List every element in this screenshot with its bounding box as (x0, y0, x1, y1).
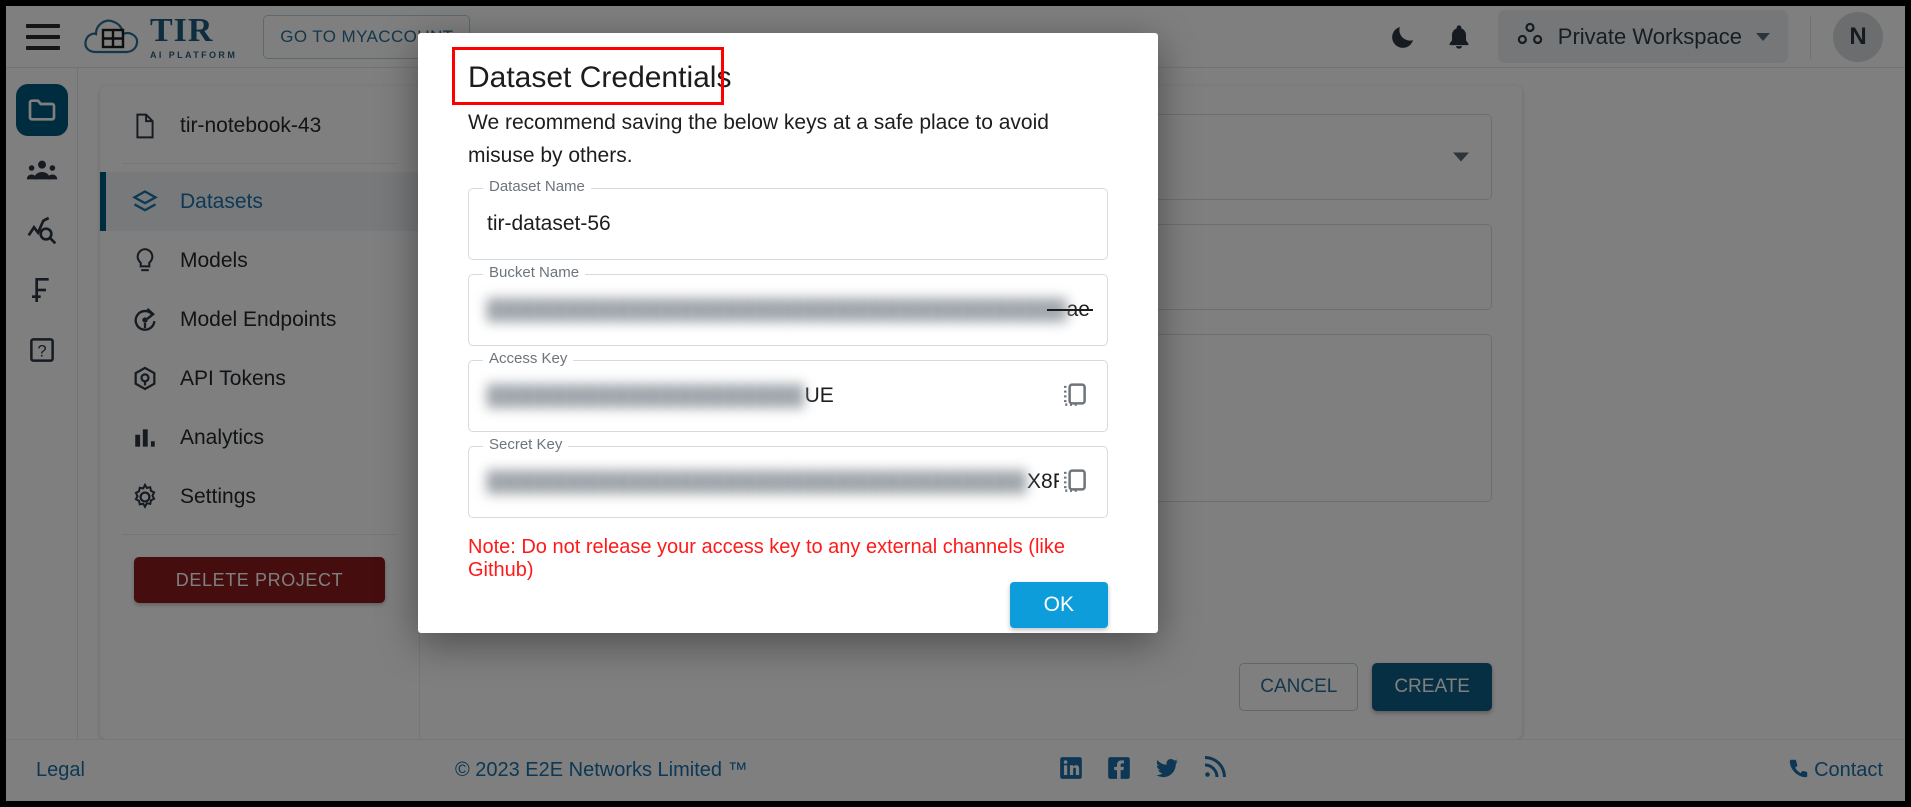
ok-button[interactable]: OK (1009, 582, 1108, 629)
copy-icon[interactable] (1059, 465, 1089, 500)
app-window: TIR AI PLATFORM GO TO MYACCOUNT (0, 0, 1911, 807)
dialog-description: We recommend saving the below keys at a … (468, 111, 1049, 167)
dialog-title: Dataset Credentials (468, 61, 732, 94)
copy-icon[interactable] (1059, 379, 1089, 414)
dialog-actions: OK (448, 582, 1128, 650)
dataset-name-value: tir-dataset-56 (487, 212, 611, 236)
dataset-name-label: Dataset Name (483, 178, 591, 196)
dialog-fields: Dataset Name tir-dataset-56 Bucket Name … (448, 172, 1128, 519)
secret-key-redacted: ████████████████████████████████████████… (487, 470, 1027, 494)
bucket-name-label: Bucket Name (483, 264, 586, 282)
dataset-name-field[interactable]: Dataset Name tir-dataset-56 (468, 178, 1108, 261)
dialog-header: Dataset Credentials (448, 33, 1128, 105)
secret-key-label: Secret Key (483, 436, 569, 454)
access-key-field[interactable]: Access Key ████████████████████ UE (468, 350, 1108, 433)
secret-key-field[interactable]: Secret Key █████████████████████████████… (468, 436, 1108, 519)
dataset-credentials-dialog: Dataset Credentials We recommend saving … (418, 33, 1158, 633)
bucket-name-field[interactable]: Bucket Name ████████████████████████████… (468, 264, 1108, 347)
access-key-label: Access Key (483, 350, 574, 368)
security-note: Note: Do not release your access key to … (468, 536, 1065, 582)
bucket-name-strikethrough (1047, 309, 1093, 312)
access-key-redacted: ████████████████████ (487, 384, 805, 408)
access-key-value: UE (804, 384, 834, 408)
secret-key-value: X8F (1027, 470, 1059, 494)
bucket-name-redacted: ██████████████████████████████████████ (487, 298, 1067, 322)
